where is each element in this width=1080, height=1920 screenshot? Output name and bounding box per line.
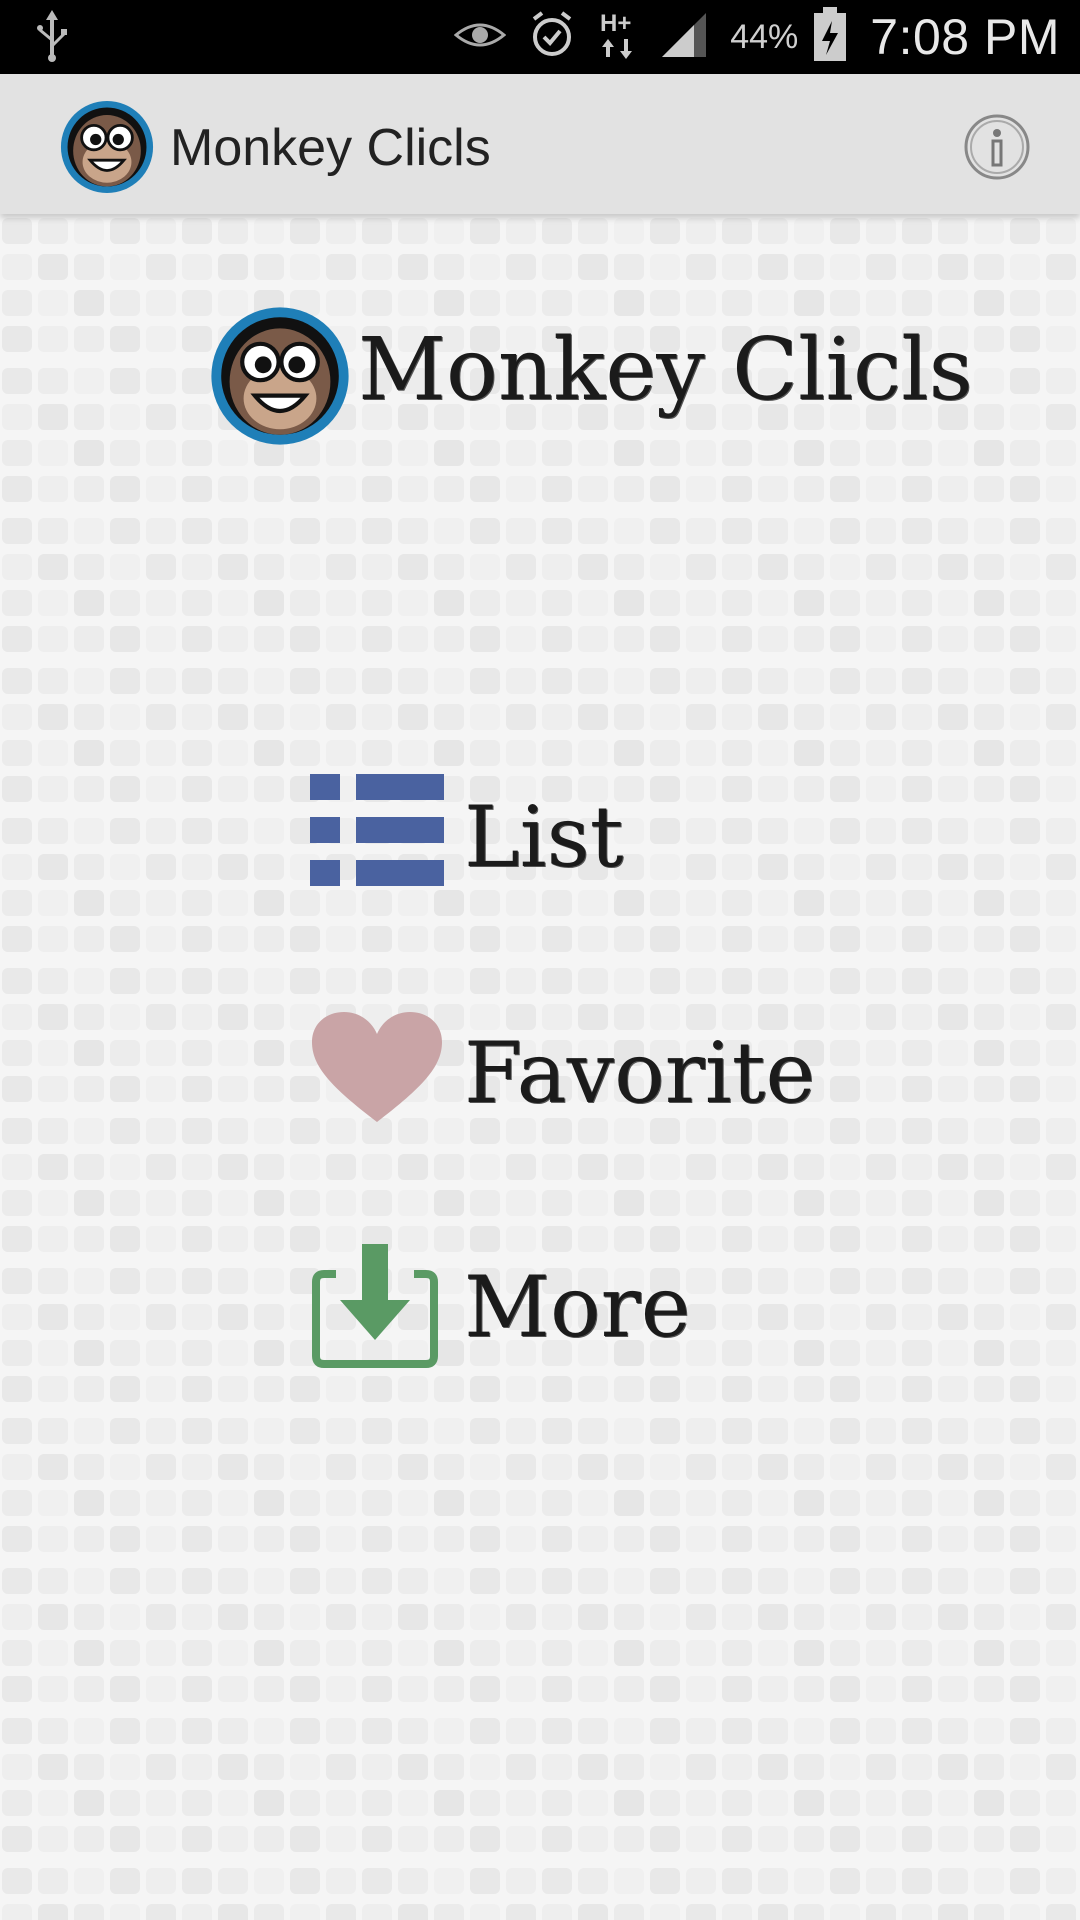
alarm-icon bbox=[528, 10, 576, 64]
battery-charging-icon bbox=[812, 6, 848, 68]
menu-item-label: Favorite bbox=[464, 1024, 816, 1122]
clock-time: 7:08 PM bbox=[870, 9, 1060, 65]
monkey-face-icon[interactable] bbox=[60, 100, 154, 194]
app-title: Monkey Clicls bbox=[170, 119, 491, 177]
battery-percent: 44% bbox=[730, 17, 799, 56]
download-icon bbox=[310, 1244, 444, 1368]
signal-icon bbox=[660, 11, 708, 64]
status-bar: H+ 44% 7:08 PM bbox=[0, 0, 1080, 74]
info-icon[interactable] bbox=[964, 114, 1030, 180]
action-bar: Monkey Clicls bbox=[0, 74, 1080, 214]
hplus-data-icon: H+ bbox=[598, 9, 638, 66]
hero-title: Monkey Clicls bbox=[358, 320, 973, 420]
menu-item-label: More bbox=[464, 1258, 691, 1356]
menu-item-label: List bbox=[464, 788, 624, 886]
monkey-face-icon bbox=[210, 306, 350, 446]
eye-icon bbox=[453, 15, 507, 60]
svg-text:H+: H+ bbox=[600, 10, 631, 37]
menu-item-more[interactable]: More bbox=[310, 1244, 870, 1368]
usb-icon bbox=[34, 10, 70, 69]
menu-item-list[interactable]: List bbox=[310, 774, 870, 894]
list-icon bbox=[310, 774, 444, 894]
menu-item-favorite[interactable]: Favorite bbox=[310, 1010, 870, 1130]
main-content: Monkey Clicls List Favorite More bbox=[0, 214, 1080, 1920]
heart-icon bbox=[310, 1010, 444, 1130]
